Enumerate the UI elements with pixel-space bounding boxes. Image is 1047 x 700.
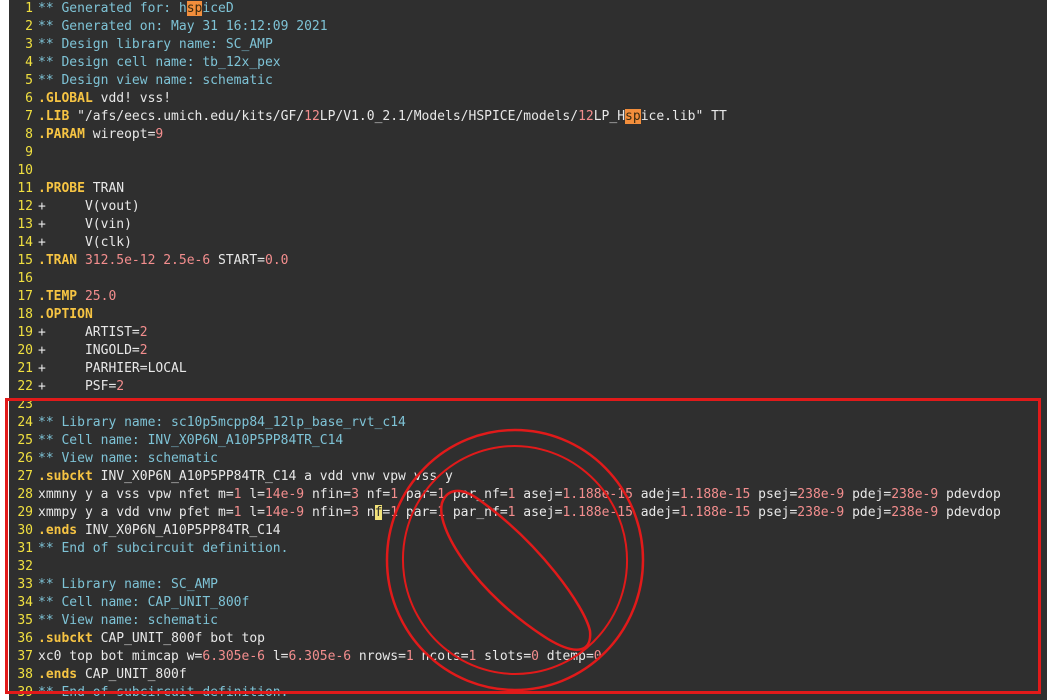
line-number: 9 xyxy=(25,145,33,160)
code-line-7[interactable]: 7 .LIB "/afs/eecs.umich.edu/kits/GF/12LP/… xyxy=(9,108,727,126)
code-line-21[interactable]: 21 + PARHIER=LOCAL xyxy=(9,360,187,378)
code-token: LP/V1.0_2.1/Models/HSPICE/models/ xyxy=(319,109,579,124)
code-token: TRAN xyxy=(84,181,125,196)
code-line-6[interactable]: 6 .GLOBAL vdd! vss! xyxy=(9,90,171,108)
line-number: 11 xyxy=(17,181,33,196)
line-number: 17 xyxy=(17,289,33,304)
code-token: START= xyxy=(210,253,265,268)
code-line-2[interactable]: 2 ** Generated on: May 31 16:12:09 2021 xyxy=(9,18,328,36)
code-token: .GLOBAL xyxy=(38,91,93,106)
code-token: iceD xyxy=(202,1,234,16)
code-token: 312.5e-12 2.5e-6 xyxy=(77,253,211,268)
line-number: 2 xyxy=(25,19,33,34)
code-line-5[interactable]: 5 ** Design view name: schematic xyxy=(9,72,273,90)
code-token: + PSF= xyxy=(38,379,117,394)
code-line-20[interactable]: 20 + INGOLD=2 xyxy=(9,342,148,360)
code-token: + V(vout) xyxy=(38,199,140,214)
line-number: 18 xyxy=(17,307,33,322)
code-token: 2 xyxy=(139,325,148,340)
line-number: 15 xyxy=(17,253,33,268)
line-number: 5 xyxy=(25,73,33,88)
code-token: "/afs/eecs.umich.edu/kits/GF/ xyxy=(69,109,305,124)
line-number: 3 xyxy=(25,37,33,52)
code-token: 12 xyxy=(578,109,594,124)
code-line-3[interactable]: 3 ** Design library name: SC_AMP xyxy=(9,36,273,54)
code-line-9[interactable]: 9 xyxy=(9,144,38,162)
line-number: 8 xyxy=(25,127,33,142)
code-token: vdd! vss! xyxy=(92,91,172,106)
code-token: 9 xyxy=(155,127,164,142)
code-token: 2 xyxy=(139,343,148,358)
code-token: .OPTION xyxy=(38,307,93,322)
code-token: ** Design cell name: tb_12x_pex xyxy=(38,55,281,70)
code-line-11[interactable]: 11 .PROBE TRAN xyxy=(9,180,124,198)
code-token: sp xyxy=(625,109,641,124)
code-line-4[interactable]: 4 ** Design cell name: tb_12x_pex xyxy=(9,54,281,72)
code-token: 12 xyxy=(304,109,320,124)
code-line-16[interactable]: 16 xyxy=(9,270,38,288)
code-token: ** Generated for: h xyxy=(38,1,187,16)
code-line-22[interactable]: 22 + PSF=2 xyxy=(9,378,124,396)
line-number: 1 xyxy=(25,1,33,16)
line-number: 13 xyxy=(17,217,33,232)
line-number: 4 xyxy=(25,55,33,70)
line-number: 14 xyxy=(17,235,33,250)
code-line-8[interactable]: 8 .PARAM wireopt=9 xyxy=(9,126,163,144)
code-token: wireopt= xyxy=(84,127,156,142)
code-token: .TEMP xyxy=(38,289,78,304)
code-token: 0.0 xyxy=(265,253,289,268)
code-token: + INGOLD= xyxy=(38,343,140,358)
code-line-19[interactable]: 19 + ARTIST=2 xyxy=(9,324,148,342)
code-line-1[interactable]: 1 ** Generated for: hspiceD xyxy=(9,0,234,18)
code-token: 2 xyxy=(116,379,125,394)
code-line-18[interactable]: 18 .OPTION xyxy=(9,306,93,324)
line-number: 10 xyxy=(17,163,33,178)
code-line-17[interactable]: 17 .TEMP 25.0 xyxy=(9,288,116,306)
line-number: 16 xyxy=(17,271,33,286)
code-token: + ARTIST= xyxy=(38,325,140,340)
code-token: + V(clk) xyxy=(38,235,132,250)
prohibition-icon xyxy=(385,428,645,692)
code-token: ** Generated on: May 31 16:12:09 2021 xyxy=(38,19,328,34)
code-token: .TRAN xyxy=(38,253,78,268)
code-token: ** Design library name: SC_AMP xyxy=(38,37,273,52)
code-token: ** Design view name: schematic xyxy=(38,73,273,88)
code-token: + V(vin) xyxy=(38,217,132,232)
code-token: sp xyxy=(186,1,203,16)
line-number: 19 xyxy=(17,325,33,340)
code-line-12[interactable]: 12 + V(vout) xyxy=(9,198,140,216)
line-number: 20 xyxy=(17,343,33,358)
code-token: .PARAM xyxy=(38,127,85,142)
code-token: LP_H xyxy=(593,109,626,124)
line-number: 6 xyxy=(25,91,33,106)
code-token: + PARHIER=LOCAL xyxy=(38,361,187,376)
code-line-10[interactable]: 10 xyxy=(9,162,38,180)
code-token: .LIB xyxy=(38,109,70,124)
code-token: ice.lib" TT xyxy=(640,109,727,124)
line-number: 21 xyxy=(17,361,33,376)
code-token: 25.0 xyxy=(77,289,117,304)
line-number: 12 xyxy=(17,199,33,214)
code-line-13[interactable]: 13 + V(vin) xyxy=(9,216,132,234)
code-line-14[interactable]: 14 + V(clk) xyxy=(9,234,132,252)
line-number: 22 xyxy=(17,379,33,394)
code-line-15[interactable]: 15 .TRAN 312.5e-12 2.5e-6 START=0.0 xyxy=(9,252,288,270)
line-number: 7 xyxy=(25,109,33,124)
code-token: .PROBE xyxy=(38,181,85,196)
